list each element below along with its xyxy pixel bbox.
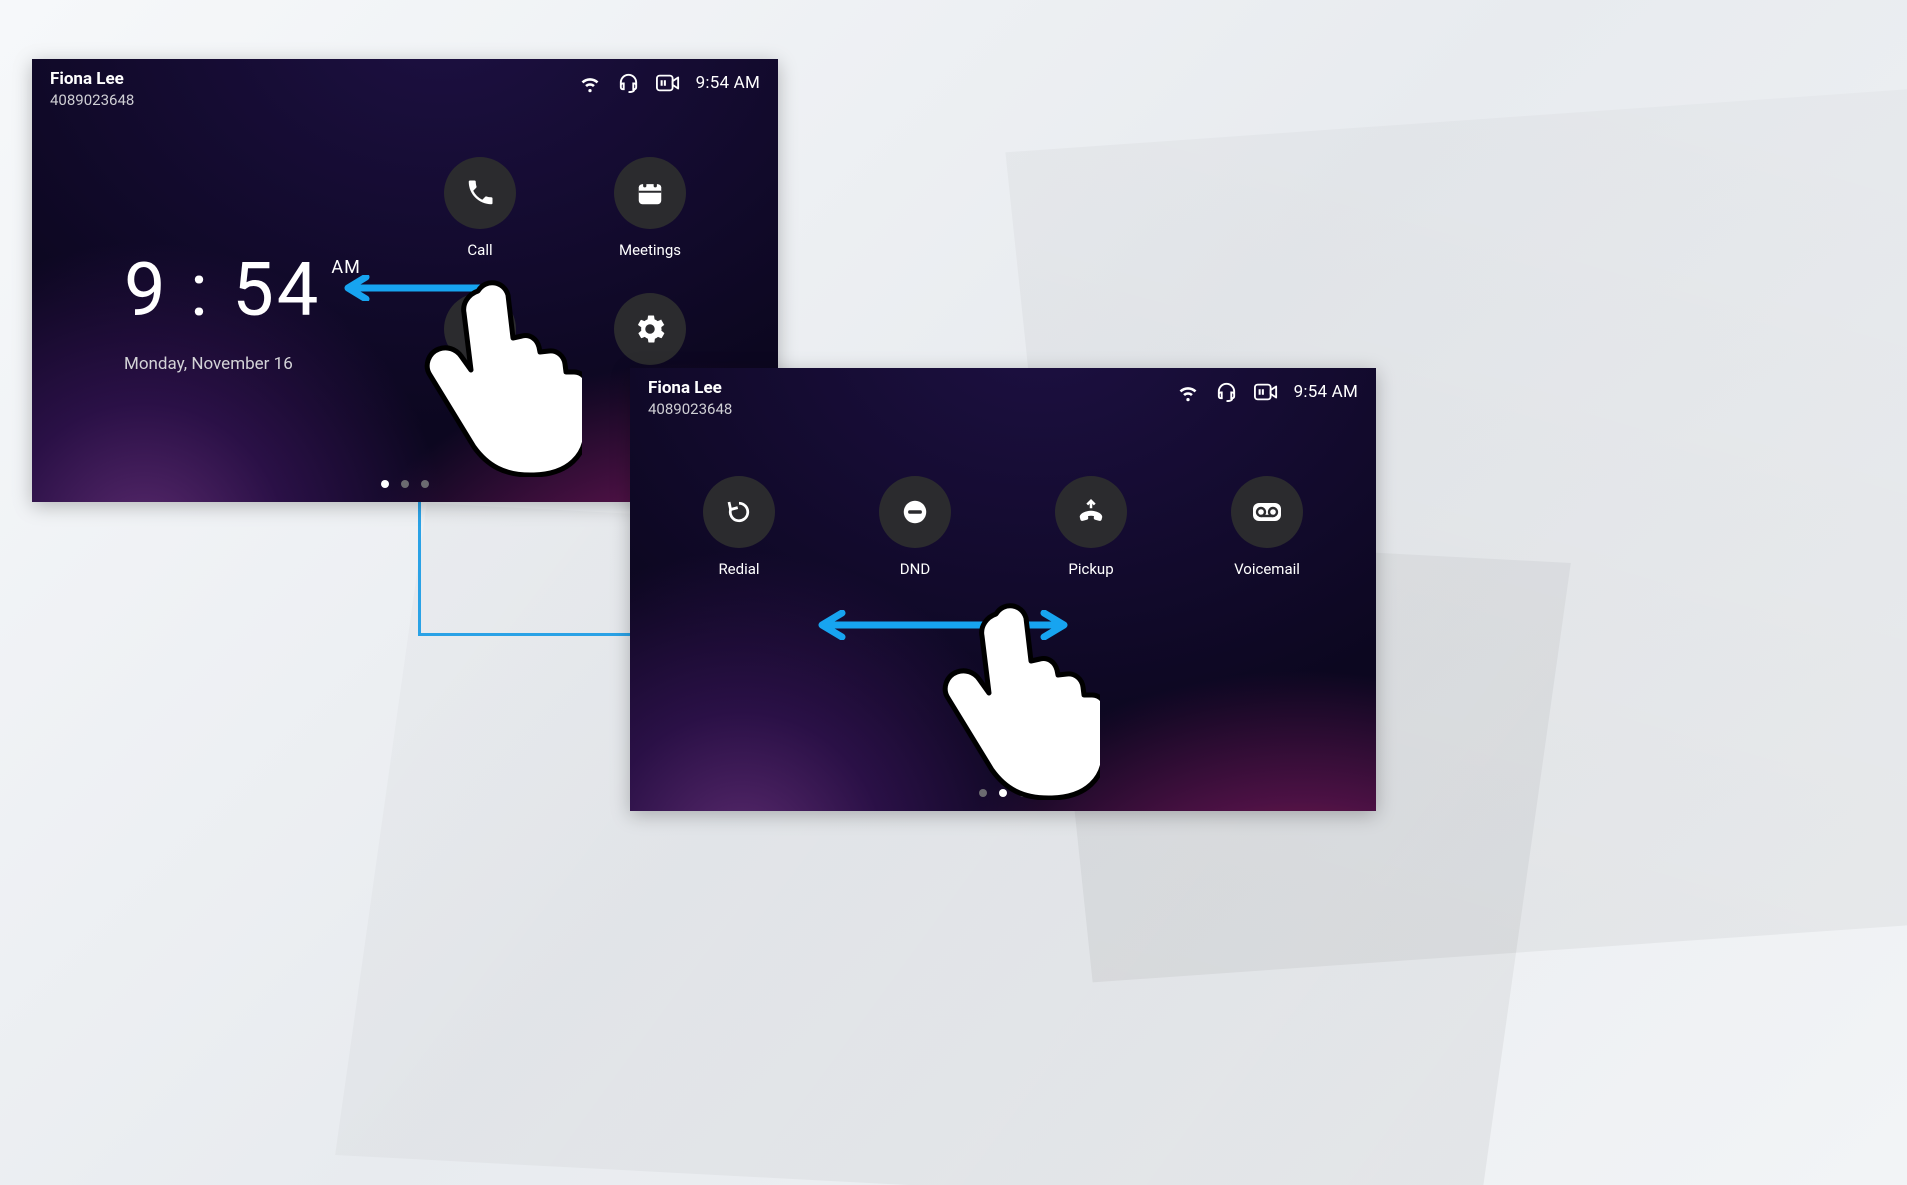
status-bar: Fiona Lee 4089023648 9:54 AM <box>630 368 1376 422</box>
feature-app-row: Redial DND Pickup Voicemail <box>630 476 1376 578</box>
app-label: Meetings <box>619 241 681 259</box>
voicemail-icon <box>1231 476 1303 548</box>
app-button-dnd[interactable]: DND <box>867 476 963 578</box>
page-dot-1[interactable] <box>381 480 389 488</box>
user-name-label: Fiona Lee <box>50 69 134 90</box>
redial-icon <box>703 476 775 548</box>
page-dot-3[interactable] <box>421 480 429 488</box>
home-clock: 9 : 54 AM Monday, November 16 <box>124 247 361 374</box>
wifi-icon <box>579 72 601 94</box>
camera-icon <box>1254 382 1278 402</box>
app-label: Call <box>467 241 492 259</box>
statusbar-time-label: 9:54 AM <box>696 73 760 93</box>
app-button-redial[interactable]: Redial <box>691 476 787 578</box>
home-clock-date: Monday, November 16 <box>124 354 361 374</box>
gesture-hand-icon <box>930 600 1100 800</box>
app-button-voicemail[interactable]: Voicemail <box>1219 476 1315 578</box>
diagram-connector-box <box>418 498 635 636</box>
app-button-pickup[interactable]: Pickup <box>1043 476 1139 578</box>
user-number-label: 4089023648 <box>50 91 134 110</box>
gear-icon <box>614 293 686 365</box>
app-label: Redial <box>718 560 759 578</box>
gesture-hand-icon <box>412 277 582 477</box>
app-label: Voicemail <box>1234 560 1300 578</box>
app-label: DND <box>900 560 930 578</box>
phone-icon <box>444 157 516 229</box>
headset-icon <box>1215 380 1238 403</box>
pickup-icon <box>1055 476 1127 548</box>
status-bar: Fiona Lee 4089023648 9:54 AM <box>32 59 778 113</box>
app-button-meetings[interactable]: Meetings <box>602 157 698 259</box>
user-name-label: Fiona Lee <box>648 378 732 399</box>
app-button-call[interactable]: Call <box>432 157 528 259</box>
app-label: Pickup <box>1068 560 1113 578</box>
camera-icon <box>656 73 680 93</box>
calendar-icon <box>614 157 686 229</box>
statusbar-time-label: 9:54 AM <box>1294 382 1358 402</box>
user-number-label: 4089023648 <box>648 400 732 419</box>
dnd-icon <box>879 476 951 548</box>
wifi-icon <box>1177 381 1199 403</box>
headset-icon <box>617 71 640 94</box>
page-dot-2[interactable] <box>401 480 409 488</box>
device-screen-secondary: Fiona Lee 4089023648 9:54 AM Redial <box>630 368 1376 811</box>
home-clock-time: 9 : 54 <box>124 247 321 334</box>
